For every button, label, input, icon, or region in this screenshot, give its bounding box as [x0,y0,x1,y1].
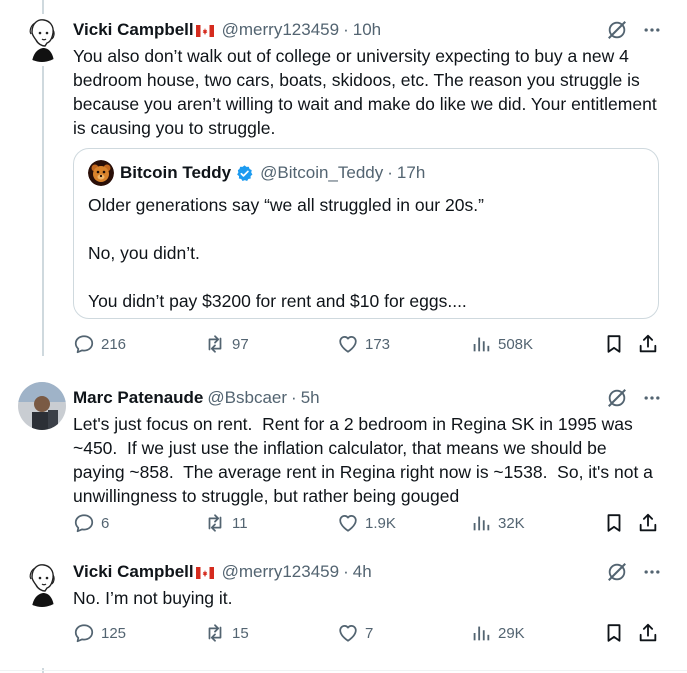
bookmark-icon [603,333,625,355]
quote-tweet[interactable]: Bitcoin Teddy @Bitcoin_Teddy · 17h Older… [73,148,659,319]
like-count: 7 [365,624,374,642]
views-button[interactable]: 32K [470,512,525,534]
action-bar: 216 97 173 508K [73,333,663,357]
views-icon [470,622,492,644]
reply-button[interactable]: 125 [73,622,126,644]
tweet-2[interactable]: Marc Patenaude @Bsbcaer · 5h Let's just … [0,370,687,545]
reply-icon [73,622,95,644]
tweet-header: Vicki Campbell @merry123459 · 10h [73,18,659,42]
author-name[interactable]: Vicki Campbell [73,562,194,582]
reply-count: 6 [101,514,110,532]
more-icon[interactable] [642,562,662,582]
grok-icon[interactable] [606,387,628,409]
canada-flag-icon [196,25,214,37]
reply-count: 216 [101,335,127,353]
repost-button[interactable]: 15 [204,622,249,644]
share-button[interactable] [637,622,659,644]
reply-button[interactable]: 216 [73,333,126,355]
bookmark-button[interactable] [603,622,625,644]
reply-button[interactable]: 6 [73,512,109,534]
separator: · [291,388,297,407]
bookmark-icon [603,512,625,534]
more-icon[interactable] [642,20,662,40]
repost-icon [204,622,226,644]
avatar[interactable] [18,559,66,607]
tweet-text: No. I’m not buying it. [73,588,233,608]
like-button[interactable]: 7 [337,622,373,644]
like-count: 173 [365,335,391,353]
bookmark-icon [603,622,625,644]
more-icon[interactable] [642,388,662,408]
sketch-avatar-icon [18,559,66,607]
views-button[interactable]: 508K [470,333,533,355]
views-count: 32K [498,514,525,532]
reply-icon [73,512,95,534]
action-bar: 6 11 1.9K 32K [73,512,663,536]
share-button[interactable] [637,333,659,355]
views-icon [470,512,492,534]
like-count: 1.9K [365,514,396,532]
timestamp[interactable]: 5h [301,388,320,408]
quote-author-handle[interactable]: @Bitcoin_Teddy [260,163,383,183]
divider [0,670,687,671]
like-button[interactable]: 1.9K [337,512,396,534]
grok-icon[interactable] [606,19,628,41]
quote-text: Older generations say “we all struggled … [88,195,484,311]
photo-avatar-icon [18,382,66,430]
author-handle[interactable]: @merry123459 [222,20,339,40]
action-bar: 125 15 7 29K [73,622,663,646]
repost-button[interactable]: 97 [204,333,249,355]
bear-avatar-icon [88,160,114,186]
like-icon [337,622,359,644]
repost-count: 11 [232,514,248,532]
tweet-3[interactable]: Vicki Campbell @merry123459 · 4h No. I’m… [0,545,687,670]
reply-count: 125 [101,624,127,642]
verified-icon [237,164,253,181]
like-button[interactable]: 173 [337,333,390,355]
timestamp[interactable]: 4h [353,562,372,582]
repost-count: 15 [232,624,249,642]
separator: · [387,163,393,182]
canada-flag-icon [196,567,214,579]
share-button[interactable] [637,512,659,534]
views-count: 508K [498,335,534,353]
tweet-1[interactable]: Vicki Campbell @merry123459 · 10h You al… [0,0,687,370]
repost-count: 97 [232,335,249,353]
tweet-header: Marc Patenaude @Bsbcaer · 5h [73,386,659,410]
share-icon [637,333,659,355]
tweet-text: Let's just focus on rent. Rent for a 2 b… [73,414,658,506]
author-handle[interactable]: @Bsbcaer [207,388,287,408]
tweet-header: Vicki Campbell @merry123459 · 4h [73,560,659,584]
share-icon [637,512,659,534]
repost-icon [204,512,226,534]
author-handle[interactable]: @merry123459 [222,562,339,582]
author-name[interactable]: Vicki Campbell [73,20,194,40]
quote-author-name[interactable]: Bitcoin Teddy [120,163,231,183]
author-name[interactable]: Marc Patenaude [73,388,203,408]
repost-button[interactable]: 11 [204,512,248,534]
avatar[interactable] [18,14,66,62]
views-count: 29K [498,624,525,642]
views-icon [470,333,492,355]
repost-icon [204,333,226,355]
separator: · [343,562,349,581]
like-icon [337,333,359,355]
bookmark-button[interactable] [603,333,625,355]
quote-avatar [88,160,114,186]
bookmark-button[interactable] [603,512,625,534]
views-button[interactable]: 29K [470,622,525,644]
quote-timestamp[interactable]: 17h [397,163,425,183]
sketch-avatar-icon [18,14,66,62]
avatar[interactable] [18,382,66,430]
separator: · [343,20,349,39]
tweet-text: You also don’t walk out of college or un… [73,46,662,138]
grok-icon[interactable] [606,561,628,583]
timestamp[interactable]: 10h [353,20,381,40]
like-icon [337,512,359,534]
reply-icon [73,333,95,355]
share-icon [637,622,659,644]
